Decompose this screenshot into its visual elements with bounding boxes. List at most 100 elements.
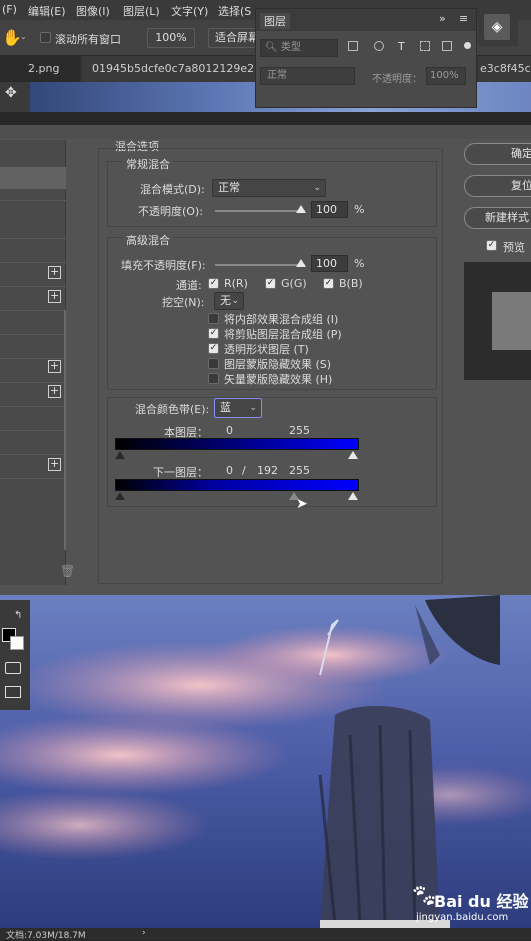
blend-if-label: 混合颜色带(E): bbox=[135, 403, 210, 416]
channel-b-checkbox[interactable]: ✓ bbox=[323, 278, 334, 289]
menu-select[interactable]: 选择(S bbox=[218, 3, 251, 19]
knockout-select[interactable]: 无 ⌄ bbox=[214, 292, 244, 310]
fill-opacity-field[interactable]: 100 bbox=[311, 255, 348, 272]
add-style-icon[interactable]: + bbox=[48, 266, 61, 279]
general-blending-title: 常规混合 bbox=[123, 156, 173, 172]
blend-interior-effects-checkbox[interactable] bbox=[208, 313, 219, 324]
scroll-all-windows-checkbox[interactable] bbox=[40, 32, 51, 43]
style-preview-frame bbox=[464, 262, 531, 380]
swap-colors-icon[interactable]: ↰ bbox=[14, 610, 22, 621]
opacity-slider-thumb[interactable] bbox=[296, 205, 306, 213]
baidu-watermark-url: jingyan.baidu.com bbox=[416, 912, 509, 923]
blend-mode-select[interactable]: 正常 ⌄ bbox=[212, 179, 326, 197]
document-size-info: 文档:7.03M/18.7M bbox=[6, 931, 86, 941]
screen-mode-icon[interactable] bbox=[5, 686, 21, 698]
this-layer-high-value: 255 bbox=[289, 424, 310, 437]
layer-filter-select[interactable]: 🔍︎ 类型 bbox=[260, 39, 338, 57]
opacity-field[interactable]: 100 bbox=[311, 201, 348, 218]
collapse-icon[interactable]: » bbox=[439, 12, 446, 25]
chevron-down-icon[interactable]: ⌄ bbox=[20, 32, 27, 41]
baidu-watermark: 🐾︎ Bai du 经验 jingyan.baidu.com bbox=[410, 880, 528, 926]
underlying-layer-high-value: 255 bbox=[289, 464, 310, 477]
fill-opacity-label: 填充不透明度(F): bbox=[121, 259, 206, 272]
this-layer-low-slider[interactable] bbox=[115, 451, 125, 459]
vector-mask-hides-checkbox[interactable] bbox=[208, 373, 219, 384]
reset-button[interactable]: 复位 bbox=[464, 175, 531, 197]
blend-mode-label: 混合模式(D): bbox=[140, 183, 205, 196]
menu-image[interactable]: 图像(I) bbox=[76, 3, 110, 19]
trash-icon[interactable]: 🗑︎ bbox=[60, 564, 75, 578]
pixel-filter-icon[interactable] bbox=[348, 41, 358, 51]
menu-file[interactable]: (F) bbox=[2, 3, 17, 16]
chevron-down-icon: ⌄ bbox=[249, 403, 257, 413]
styles-scrollbar[interactable] bbox=[64, 310, 66, 550]
this-layer-high-slider[interactable] bbox=[348, 451, 358, 459]
move-tool-icon[interactable]: ✥ bbox=[5, 85, 17, 101]
smart-object-filter-icon[interactable] bbox=[442, 41, 452, 51]
chevron-down-icon: ⌄ bbox=[231, 296, 239, 306]
zoom-button[interactable]: 100% bbox=[147, 28, 195, 48]
transparency-shapes-label: 透明形状图层 (T) bbox=[224, 343, 309, 356]
new-style-button[interactable]: 新建样式 bbox=[464, 207, 531, 229]
tab-png[interactable]: 2.png bbox=[0, 56, 80, 82]
underlying-layer-low-slider[interactable] bbox=[115, 492, 125, 500]
layer-mask-hides-label: 图层蒙版隐藏效果 (S) bbox=[224, 358, 332, 371]
opacity-unit: % bbox=[354, 203, 365, 216]
preview-checkbox[interactable]: ✓ bbox=[486, 240, 497, 251]
layers-panel-icon[interactable]: ◈ bbox=[484, 14, 510, 40]
blend-interior-effects-label: 将内部效果混合成组 (I) bbox=[224, 313, 339, 326]
channel-b-label: B(B) bbox=[339, 277, 363, 290]
shape-filter-icon[interactable] bbox=[420, 41, 430, 51]
channels-label: 通道: bbox=[176, 279, 202, 292]
fill-opacity-slider-thumb[interactable] bbox=[296, 259, 306, 267]
tab-document-2[interactable]: e3c8f45c bbox=[478, 56, 531, 82]
layers-panel-title[interactable]: 图层 bbox=[260, 13, 290, 29]
add-style-icon[interactable]: + bbox=[48, 385, 61, 398]
type-filter-icon[interactable]: T bbox=[398, 40, 405, 53]
menu-type[interactable]: 文字(Y) bbox=[171, 3, 208, 19]
blend-clipped-layers-checkbox[interactable]: ✓ bbox=[208, 328, 219, 339]
status-arrow-icon[interactable]: › bbox=[142, 928, 146, 938]
styles-list-selected-row[interactable] bbox=[0, 167, 66, 189]
tab-document[interactable]: 01945b5dcfe0c7a8012129e277 bbox=[82, 56, 257, 82]
blend-if-channel-select[interactable]: 蓝 ⌄ bbox=[214, 398, 262, 418]
panel-menu-icon[interactable]: ≡ bbox=[459, 12, 468, 25]
opacity-label: 不透明度(O): bbox=[138, 205, 203, 218]
channel-r-checkbox[interactable]: ✓ bbox=[208, 278, 219, 289]
knockout-label: 挖空(N): bbox=[162, 296, 205, 309]
layers-panel-header: 图层 » ≡ bbox=[256, 9, 476, 31]
add-style-icon[interactable]: + bbox=[48, 290, 61, 303]
preview-label: 预览 bbox=[503, 241, 525, 254]
hand-tool-icon[interactable]: ✋ bbox=[2, 28, 22, 47]
layer-mask-hides-checkbox[interactable] bbox=[208, 358, 219, 369]
toolbar-strip: ✥ bbox=[0, 82, 30, 112]
underlying-layer-gradient bbox=[115, 479, 359, 491]
dialog-titlebar bbox=[0, 125, 531, 139]
filter-toggle-icon[interactable] bbox=[464, 42, 471, 49]
add-style-icon[interactable]: + bbox=[48, 458, 61, 471]
add-style-icon[interactable]: + bbox=[48, 360, 61, 373]
menu-edit[interactable]: 编辑(E) bbox=[28, 3, 66, 19]
ok-button[interactable]: 确定 bbox=[464, 143, 531, 165]
background-color-swatch[interactable] bbox=[10, 636, 24, 650]
opacity-slider-track[interactable] bbox=[215, 210, 305, 212]
adjustment-filter-icon[interactable] bbox=[374, 41, 384, 51]
mouse-cursor-icon: ➤ bbox=[296, 496, 308, 512]
style-preview-swatch bbox=[492, 292, 531, 350]
status-bar: 文档:7.03M/18.7M › bbox=[0, 928, 531, 941]
quick-mask-icon[interactable] bbox=[5, 662, 21, 674]
underlying-layer-label: 下一图层： bbox=[153, 466, 208, 479]
channel-g-checkbox[interactable]: ✓ bbox=[265, 278, 276, 289]
search-icon: 🔍︎ bbox=[265, 42, 278, 53]
transparency-shapes-checkbox[interactable]: ✓ bbox=[208, 343, 219, 354]
menu-layer[interactable]: 图层(L) bbox=[123, 3, 160, 19]
layer-opacity-field[interactable]: 100% bbox=[426, 67, 466, 85]
channel-g-label: G(G) bbox=[281, 277, 307, 290]
underlying-layer-high-slider[interactable] bbox=[348, 492, 358, 500]
underlying-layer-mid-value: 192 bbox=[257, 464, 278, 477]
fill-opacity-slider-track[interactable] bbox=[215, 264, 305, 266]
this-layer-gradient bbox=[115, 438, 359, 450]
layer-blend-mode-select[interactable]: 正常 bbox=[260, 67, 355, 85]
scroll-all-windows-label: 滚动所有窗口 bbox=[55, 33, 121, 46]
styles-list: + + + + + 🗑︎ bbox=[0, 140, 75, 585]
